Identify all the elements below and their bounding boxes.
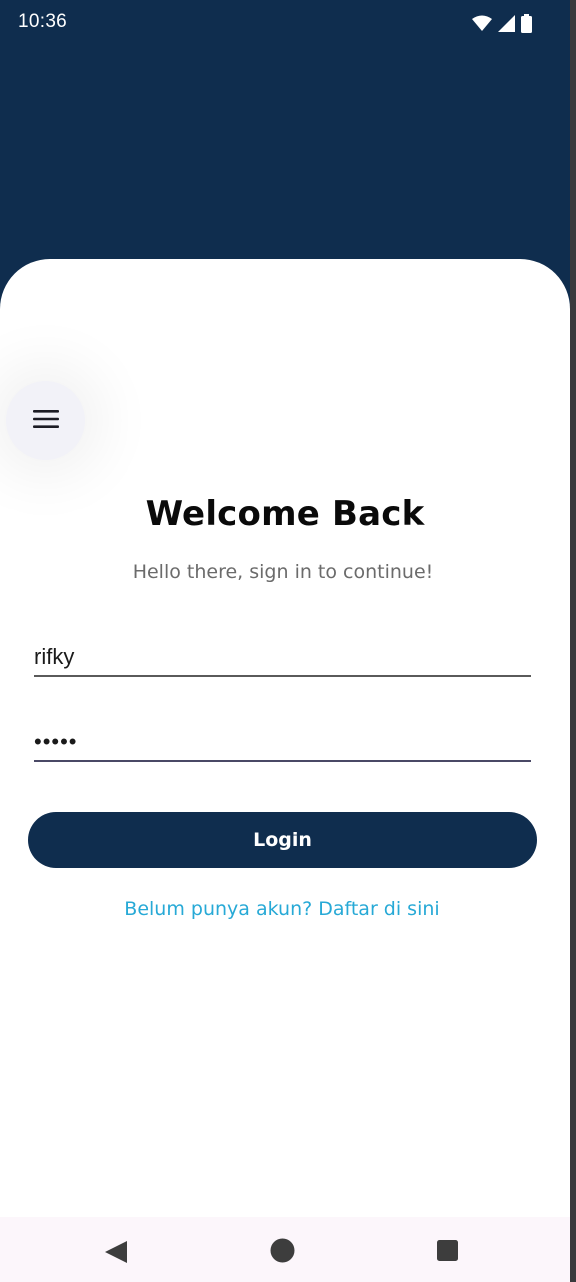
username-field[interactable] [34,640,531,674]
status-time: 10:36 [18,11,68,32]
status-bar: 10:36 [0,6,570,42]
window-right-edge [570,0,576,1282]
register-link[interactable]: Belum punya akun? Daftar di sini [0,898,564,920]
hamburger-menu-icon [32,409,59,433]
battery-icon [521,14,532,33]
menu-button[interactable] [6,381,85,460]
home-icon[interactable] [270,1238,295,1267]
login-button[interactable]: Login [28,812,537,868]
welcome-title: Welcome Back [145,494,425,534]
back-icon[interactable] [103,1239,129,1269]
recent-apps-icon[interactable] [437,1240,458,1265]
password-field[interactable] [34,725,531,759]
navigation-bar [0,1217,570,1282]
status-icons [472,14,532,33]
app-screen: 10:36 Welcome Back Hello there, sign in … [0,0,570,1282]
password-underline [34,760,531,762]
username-underline [34,675,531,677]
wifi-icon [472,15,492,32]
cellular-signal-icon [498,15,515,32]
welcome-subtitle: Hello there, sign in to continue! [132,561,434,583]
